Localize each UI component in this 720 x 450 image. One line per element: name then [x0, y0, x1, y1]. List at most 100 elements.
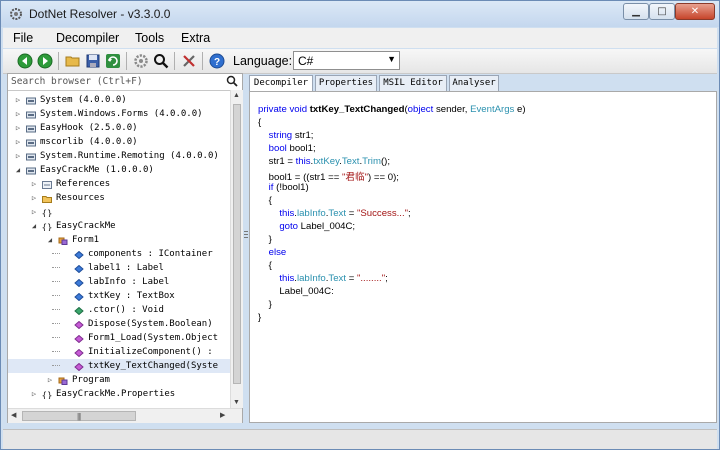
menu-tools[interactable]: Tools: [135, 31, 164, 45]
scroll-down-icon[interactable]: ▼: [233, 399, 240, 406]
menu-extra[interactable]: Extra: [181, 31, 210, 45]
expand-icon[interactable]: ▷: [30, 205, 38, 219]
tree-item[interactable]: ▷ {} EasyCrackMe.Properties: [8, 387, 230, 402]
save-icon[interactable]: [85, 53, 101, 69]
constructor-icon: [74, 306, 84, 316]
scroll-right-icon[interactable]: ▶: [220, 411, 225, 419]
scroll-thumb[interactable]: [233, 104, 241, 384]
code-token: labInfo: [296, 208, 326, 219]
title-bar[interactable]: DotNet Resolver - v3.3.0.0 ▁ □ ✕: [1, 1, 719, 27]
vertical-scrollbar[interactable]: ▲ ▼: [230, 90, 243, 408]
tree-item[interactable]: labInfo : Label: [8, 275, 230, 289]
tree-item[interactable]: ▷ {}: [8, 205, 230, 220]
search-input[interactable]: Search browser (Ctrl+F): [8, 74, 242, 91]
tree-item[interactable]: ▷ Resources: [8, 191, 230, 205]
tab-decompiler[interactable]: Decompiler: [249, 75, 313, 92]
svg-text:{}: {}: [42, 224, 52, 232]
tree-item[interactable]: ▷ EasyHook (2.5.0.0): [8, 121, 230, 135]
tree-item[interactable]: ▷ Program: [8, 373, 230, 387]
assembly-icon: [26, 138, 36, 147]
help-icon[interactable]: ?: [209, 53, 225, 69]
settings-icon[interactable]: [133, 53, 149, 69]
expand-icon[interactable]: ▷: [14, 149, 22, 163]
code-token: {: [258, 195, 272, 206]
code-token: {: [258, 260, 272, 271]
tree-item[interactable]: label1 : Label: [8, 261, 230, 275]
code-token: bool: [268, 143, 290, 154]
minimize-button[interactable]: ▁: [623, 3, 649, 20]
code-editor[interactable]: private void txtKey_TextChanged(object s…: [249, 91, 717, 423]
toolbar: ? Language: C# ▼: [3, 49, 717, 74]
expand-icon[interactable]: ▷: [14, 135, 22, 149]
scroll-left-icon[interactable]: ◀: [11, 411, 16, 419]
tree-item[interactable]: ◢ EasyCrackMe (1.0.0.0): [8, 163, 230, 177]
expand-icon[interactable]: ▷: [14, 121, 22, 135]
maximize-button[interactable]: □: [649, 3, 675, 20]
code-token: void: [289, 104, 310, 115]
tree-item[interactable]: components : IContainer: [8, 247, 230, 261]
tree-guide: [52, 281, 60, 282]
code-line: {: [258, 117, 261, 130]
close-button[interactable]: ✕: [675, 3, 715, 20]
open-folder-icon[interactable]: [65, 53, 81, 69]
language-select[interactable]: C# ▼: [293, 51, 400, 70]
tree-item[interactable]: Form1_Load(System.Object: [8, 331, 230, 345]
tree-item[interactable]: ◢ Form1: [8, 233, 230, 247]
code-line: {: [258, 195, 272, 208]
assembly-icon: [26, 152, 36, 161]
tree-item[interactable]: txtKey_TextChanged(Syste: [8, 359, 230, 373]
tree-item[interactable]: ▷ System.Runtime.Remoting (4.0.0.0): [8, 149, 230, 163]
refresh-icon[interactable]: [105, 53, 121, 69]
tab-msil-editor[interactable]: MSIL Editor: [379, 75, 447, 91]
assembly-icon: [26, 110, 36, 119]
code-line: this.labInfo.Text = "Success...";: [258, 208, 410, 221]
tree-item[interactable]: ▷ mscorlib (4.0.0.0): [8, 135, 230, 149]
code-line: {: [258, 260, 272, 273]
collapse-icon[interactable]: ◢: [14, 163, 22, 177]
tree-item[interactable]: ▷ System.Windows.Forms (4.0.0.0): [8, 107, 230, 121]
search-placeholder: Search browser (Ctrl+F): [11, 76, 143, 87]
expand-icon[interactable]: ▷: [46, 373, 54, 387]
tree-item[interactable]: ▷ System (4.0.0.0): [8, 93, 230, 107]
back-icon[interactable]: [17, 53, 33, 69]
forward-icon[interactable]: [37, 53, 53, 69]
tree-item-label: EasyCrackMe: [56, 221, 116, 231]
scroll-up-icon[interactable]: ▲: [233, 92, 240, 99]
tree-item-label: Form1_Load(System.Object: [88, 333, 219, 343]
expand-icon[interactable]: ▷: [14, 107, 22, 121]
references-icon: [42, 180, 52, 189]
tab-properties[interactable]: Properties: [315, 75, 377, 91]
expand-icon[interactable]: ▷: [30, 191, 38, 205]
search-icon[interactable]: [226, 75, 238, 87]
splitter-grip-icon[interactable]: [244, 231, 248, 239]
expand-icon[interactable]: ▷: [30, 177, 38, 191]
tree-item[interactable]: txtKey : TextBox: [8, 289, 230, 303]
menu-file[interactable]: File: [13, 31, 33, 45]
collapse-icon[interactable]: ◢: [46, 233, 54, 247]
tree-item[interactable]: .ctor() : Void: [8, 303, 230, 317]
menu-bar: File Decompiler Tools Extra: [3, 28, 717, 48]
expand-icon[interactable]: ▷: [30, 387, 38, 401]
menu-decompiler[interactable]: Decompiler: [56, 31, 119, 45]
tools-icon[interactable]: [181, 53, 197, 69]
collapse-icon[interactable]: ◢: [30, 219, 38, 233]
code-line: if (!bool1): [258, 182, 309, 195]
tree-item[interactable]: Dispose(System.Boolean): [8, 317, 230, 331]
horizontal-scrollbar[interactable]: ◀ ||| ▶: [8, 408, 242, 423]
chevron-down-icon: ▼: [387, 54, 396, 64]
code-token: bool1;: [289, 143, 316, 154]
tree-item[interactable]: InitializeComponent() :: [8, 345, 230, 359]
tab-analyser[interactable]: Analyser: [449, 75, 499, 91]
tree-item[interactable]: ▷ References: [8, 177, 230, 191]
code-token: else: [268, 247, 287, 258]
tree-item-label: components : IContainer: [88, 249, 213, 259]
tree-item[interactable]: ◢ {} EasyCrackMe: [8, 219, 230, 234]
scroll-thumb[interactable]: |||: [22, 411, 136, 421]
method-icon: [74, 348, 84, 358]
expand-icon[interactable]: ▷: [14, 93, 22, 107]
search-icon[interactable]: [153, 53, 169, 69]
